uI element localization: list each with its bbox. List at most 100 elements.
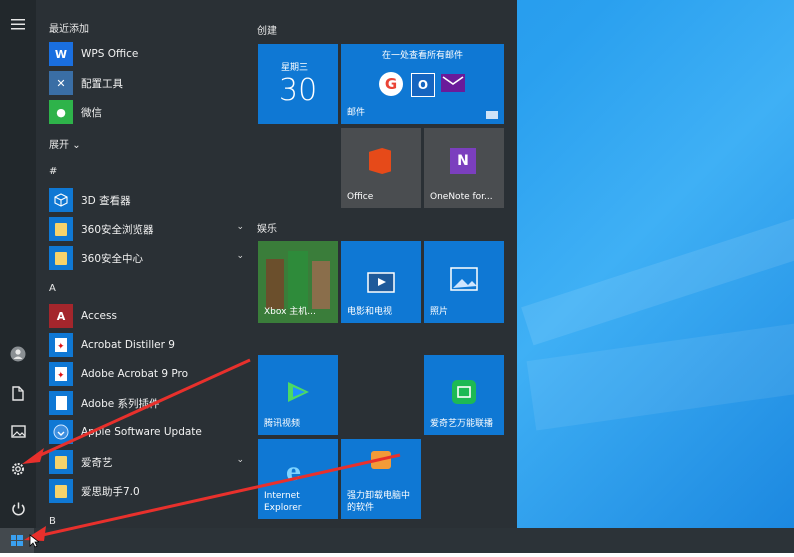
pdf-icon: ✦ <box>49 362 73 386</box>
expand-label: 展开 <box>49 140 69 151</box>
app-3d-viewer[interactable]: 3D 查看器 <box>49 188 244 212</box>
photos-tile-label: 照片 <box>430 307 449 317</box>
uninstall-tile-label: 强力卸载电脑中 的软件 <box>347 490 410 514</box>
folder-icon <box>49 479 73 503</box>
mail-tile-heading: 在一处查看所有邮件 <box>381 51 463 61</box>
onenote-tile-label: OneNote for... <box>430 192 493 202</box>
section-header[interactable]: B <box>49 516 56 527</box>
folder-icon <box>49 246 73 270</box>
wallpaper-light-beam <box>521 214 794 346</box>
uninstall-label-line2: 的软件 <box>347 503 375 513</box>
svg-text:✦: ✦ <box>57 371 65 381</box>
calendar-tile[interactable]: 星期三 30 <box>258 44 338 124</box>
start-menu: 最近添加 W WPS Office ✕ 配置工具 ● 微信 展开 ⌄ # 3D … <box>0 0 517 528</box>
app-label: Apple Software Update <box>81 426 202 438</box>
tile-area: 创建 星期三 30 在一处查看所有邮件 G O 邮件 Office N OneN… <box>246 0 517 528</box>
calendar-day: 30 <box>279 73 318 108</box>
hamburger-icon[interactable] <box>8 14 28 34</box>
photos-tile[interactable]: 照片 <box>424 241 504 323</box>
section-header[interactable]: A <box>49 283 56 294</box>
tile-group-title[interactable]: 娱乐 <box>257 220 277 235</box>
onenote-tile[interactable]: N OneNote for... <box>424 128 504 208</box>
app-label: 爱思助手7.0 <box>81 485 140 498</box>
app-iqiyi[interactable]: 爱奇艺 ⌄ <box>49 450 244 474</box>
google-icon: G <box>379 72 403 96</box>
iqiyi-tile[interactable]: 爱奇艺万能联播 <box>424 355 504 435</box>
mouse-cursor-icon <box>29 534 39 548</box>
ie-label-line2: Explorer <box>264 503 302 513</box>
app-aisi-assistant[interactable]: 爱思助手7.0 <box>49 479 244 503</box>
xbox-tile[interactable]: Xbox 主机... <box>258 241 338 323</box>
document-icon[interactable] <box>8 383 28 403</box>
office-tile[interactable]: Office <box>341 128 421 208</box>
ie-tile[interactable]: e Internet Explorer <box>258 439 338 519</box>
ie-tile-label: Internet Explorer <box>264 490 301 514</box>
folder-icon <box>49 450 73 474</box>
game-character-image <box>312 261 330 309</box>
movies-tile-label: 电影和电视 <box>347 307 393 317</box>
envelope-icon <box>441 74 465 92</box>
app-wps-office[interactable]: W WPS Office <box>49 42 244 66</box>
app-360-browser[interactable]: 360安全浏览器 ⌄ <box>49 217 244 241</box>
movies-tile[interactable]: 电影和电视 <box>341 241 421 323</box>
wechat-icon: ● <box>49 100 73 124</box>
chevron-down-icon: ⌄ <box>72 140 81 151</box>
app-adobe-acrobat[interactable]: ✦ Adobe Acrobat 9 Pro <box>49 362 244 386</box>
outlook-icon: O <box>411 73 435 97</box>
iqiyi-tile-label: 爱奇艺万能联播 <box>430 419 494 429</box>
app-label: 微信 <box>81 106 102 119</box>
app-config-tool[interactable]: ✕ 配置工具 <box>49 71 244 95</box>
onenote-logo-icon: N <box>450 148 476 174</box>
iqiyi-cast-icon <box>452 380 476 404</box>
start-rail <box>0 0 36 528</box>
user-icon[interactable] <box>8 344 28 364</box>
uninstall-icon <box>371 451 391 469</box>
pictures-icon[interactable] <box>8 421 28 441</box>
office-tile-label: Office <box>347 192 374 202</box>
folder-icon <box>49 217 73 241</box>
app-label: 360安全中心 <box>81 252 144 265</box>
app-apple-update[interactable]: Apple Software Update <box>49 420 244 444</box>
app-label: Adobe 系列插件 <box>81 397 160 410</box>
power-icon[interactable] <box>8 498 28 518</box>
tile-group-title[interactable]: 创建 <box>257 22 277 37</box>
mail-tile[interactable]: 在一处查看所有邮件 G O 邮件 <box>341 44 504 124</box>
mail-tile-label: 邮件 <box>347 108 366 118</box>
uninstall-tile[interactable]: 强力卸载电脑中 的软件 <box>341 439 421 519</box>
mail-badge-icon <box>486 111 498 119</box>
wallpaper-light-beam <box>526 319 794 431</box>
app-label: 爱奇艺 <box>81 456 113 469</box>
svg-text:✦: ✦ <box>57 342 65 352</box>
section-header[interactable]: # <box>49 166 57 177</box>
section-header: 最近添加 <box>49 24 89 35</box>
app-access[interactable]: A Access <box>49 304 244 328</box>
app-label: Acrobat Distiller 9 <box>81 339 175 351</box>
taskbar <box>0 528 794 553</box>
wrench-icon: ✕ <box>49 71 73 95</box>
app-label: 配置工具 <box>81 77 123 90</box>
tencent-video-icon <box>288 382 309 402</box>
app-label: 3D 查看器 <box>81 194 131 207</box>
app-label: Adobe Acrobat 9 Pro <box>81 368 189 380</box>
photo-icon <box>450 267 478 291</box>
chevron-down-icon: ⌄ <box>236 222 244 232</box>
calendar-weekday: 星期三 <box>281 63 309 73</box>
app-360-security[interactable]: 360安全中心 ⌄ <box>49 246 244 270</box>
expand-link[interactable]: 展开 ⌄ <box>49 136 81 151</box>
wps-icon: W <box>49 42 73 66</box>
pdf-icon: ✦ <box>49 333 73 357</box>
film-icon <box>367 272 395 293</box>
app-list: 最近添加 W WPS Office ✕ 配置工具 ● 微信 展开 ⌄ # 3D … <box>36 0 246 528</box>
ie-logo-icon: e <box>286 457 302 486</box>
app-wechat[interactable]: ● 微信 <box>49 100 244 124</box>
apple-update-icon <box>49 420 73 444</box>
settings-icon[interactable] <box>8 459 28 479</box>
app-label: WPS Office <box>81 48 139 60</box>
app-acrobat-distiller[interactable]: ✦ Acrobat Distiller 9 <box>49 333 244 357</box>
app-label: Access <box>81 310 117 322</box>
game-character-image <box>266 259 284 309</box>
tencent-video-tile[interactable]: 腾讯视频 <box>258 355 338 435</box>
app-adobe-plugins[interactable]: Adobe 系列插件 <box>49 391 244 415</box>
app-label: 360安全浏览器 <box>81 223 154 236</box>
document-icon <box>49 391 73 415</box>
